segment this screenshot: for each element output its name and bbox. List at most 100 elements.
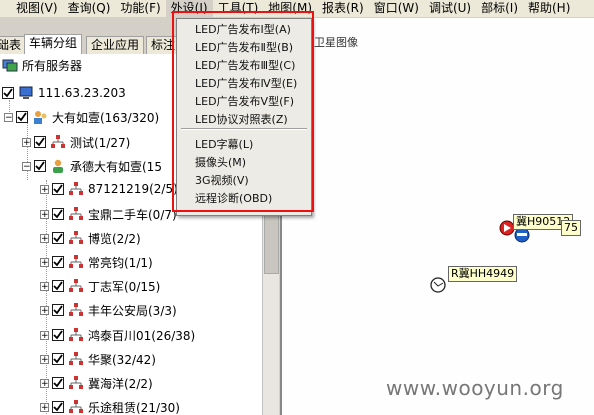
menu-camera[interactable]: 摄像头(M) [195,154,246,172]
users-group-icon [32,109,48,125]
menu-window[interactable]: 窗口(W) [369,0,424,17]
expand-icon[interactable]: + [40,305,49,315]
org-chart-icon [68,254,84,270]
expand-icon[interactable]: + [40,402,49,412]
tree-company-label: 大有如壹(163/320) [52,110,160,125]
tree-vehicle-group[interactable]: + 乐途租赁(21/30) [40,396,180,415]
menu-debug[interactable]: 调试(U) [424,0,476,17]
collapse-icon[interactable]: − [4,112,13,122]
checkbox[interactable] [34,136,46,148]
checkbox[interactable] [52,232,64,244]
menu-standard[interactable]: 部标(I) [476,0,523,17]
tree-vehicle-group-label: 冀海洋(2/2) [88,376,153,391]
checkbox[interactable] [52,280,64,292]
tree-test-group[interactable]: + 测试(1/27) [22,131,130,153]
tree-vehicle-group[interactable]: + 鸿泰百川01(26/38) [40,324,195,346]
checkbox[interactable] [2,87,14,99]
checkbox[interactable] [52,183,64,195]
tree-vehicle-group-label: 乐途租赁(21/30) [88,400,180,415]
checkbox[interactable] [52,401,64,413]
user-icon [50,158,66,174]
org-chart-icon [68,278,84,294]
menu-led-ad-5[interactable]: LED广告发布Ⅴ型(F) [195,93,294,111]
tree-root[interactable]: 所有服务器 [2,54,82,76]
tab-enterprise-app[interactable]: 企业应用 [86,36,145,54]
org-chart-icon [68,302,84,318]
org-chart-icon [68,399,84,415]
tree-branch[interactable]: − 承德大有如壹(15 [22,155,162,177]
menu-led-subtitle[interactable]: LED字幕(L) [195,136,253,154]
tree-company[interactable]: − 大有如壹(163/320) [4,106,159,128]
menu-tools[interactable]: 工具(T) [213,0,264,17]
org-chart-icon [68,327,84,343]
expand-icon[interactable]: + [40,378,49,388]
tree-vehicle-group-label: 宝鼎二手车(0/7) [88,207,177,222]
expand-icon[interactable]: + [40,209,49,219]
tree-vehicle-group-label: 博览(2/2) [88,231,141,246]
server-group-icon [2,57,18,73]
expand-icon[interactable]: + [22,137,31,147]
menu-report[interactable]: 报表(R) [317,0,369,17]
tree-vehicle-group[interactable]: + 博览(2/2) [40,227,141,249]
tree-server-label: 111.63.23.203 [38,86,126,100]
checkbox[interactable] [52,304,64,316]
org-chart-icon [68,351,84,367]
menu-function[interactable]: 功能(F) [115,0,165,17]
checkbox[interactable] [34,160,46,172]
tab-bar: 础表 车辆分组 企业应用 标注 [0,34,200,54]
collapse-icon[interactable]: − [22,161,31,171]
tree-vehicle-group[interactable]: + 宝鼎二手车(0/7) [40,203,177,225]
menu-led-ad-4[interactable]: LED广告发布Ⅳ型(E) [195,75,297,93]
tree-vehicle-group[interactable]: +87121219(2/5) [40,178,178,200]
peripheral-dropdown-menu: LED广告发布Ⅰ型(A) LED广告发布Ⅱ型(B) LED广告发布Ⅲ型(C) L… [176,18,312,216]
checkbox[interactable] [16,111,28,123]
tree-vehicle-group[interactable]: + 常亮钧(1/1) [40,251,153,273]
menu-separator [181,128,307,130]
tree-vehicle-group[interactable]: + 丁志军(0/15) [40,275,160,297]
menu-query[interactable]: 查询(Q) [63,0,116,17]
tab-vehicle-group[interactable]: 车辆分组 [24,34,83,54]
menu-led-protocol[interactable]: LED协议对照表(Z) [195,111,288,129]
vehicle-label-secondary[interactable]: 75 [561,220,581,236]
checkbox[interactable] [52,256,64,268]
tree-vehicle-group-label: 常亮钧(1/1) [88,255,153,270]
vehicle-extra: 75 [564,221,578,234]
checkbox[interactable] [52,208,64,220]
tree-vehicle-group-label: 华聚(32/42) [88,352,156,367]
tree-branch-label: 承德大有如壹(15 [70,159,162,174]
menu-led-ad-2[interactable]: LED广告发布Ⅱ型(B) [195,39,293,57]
watermark: www.wooyun.org [386,376,564,400]
checkbox[interactable] [52,377,64,389]
org-chart-icon [68,375,84,391]
tab-basic-table[interactable]: 础表 [0,36,27,54]
expand-icon[interactable]: + [40,257,49,267]
expand-icon[interactable]: + [40,184,49,194]
tree-test-group-label: 测试(1/27) [70,135,131,150]
expand-icon[interactable]: + [40,354,49,364]
tree-server[interactable]: 111.63.23.203 [2,82,126,104]
satellite-image-tab[interactable]: 卫星图像 [314,34,358,50]
menu-map[interactable]: 地图(M) [263,0,317,17]
expand-icon[interactable]: + [40,330,49,340]
menu-help[interactable]: 帮助(H) [523,0,575,17]
vehicle-label[interactable]: R冀HH4949 [448,266,518,282]
checkbox[interactable] [52,329,64,341]
menu-led-ad-3[interactable]: LED广告发布Ⅲ型(C) [195,57,295,75]
tree-vehicle-group[interactable]: + 冀海洋(2/2) [40,372,153,394]
tree-vehicle-group-label: 87121219(2/5) [88,182,178,196]
menu-remote-diagnosis[interactable]: 远程诊断(OBD) [195,190,272,208]
expand-icon[interactable]: + [40,281,49,291]
menu-led-ad-1[interactable]: LED广告发布Ⅰ型(A) [195,21,291,39]
tab-annotation[interactable]: 标注 [146,36,181,54]
org-chart-icon [50,134,66,150]
expand-icon[interactable]: + [40,233,49,243]
menu-3g-video[interactable]: 3G视频(V) [195,172,249,190]
menu-peripheral[interactable]: 外设(I) [165,0,213,17]
tree-vehicle-group[interactable]: + 华聚(32/42) [40,348,156,370]
tree-vehicle-group-label: 鸿泰百川01(26/38) [88,328,196,343]
computer-icon [18,85,34,101]
checkbox[interactable] [52,353,64,365]
tree-vehicle-group[interactable]: + 丰年公安局(3/3) [40,299,177,321]
menu-view[interactable]: 视图(V) [0,0,63,17]
org-chart-icon [68,230,84,246]
